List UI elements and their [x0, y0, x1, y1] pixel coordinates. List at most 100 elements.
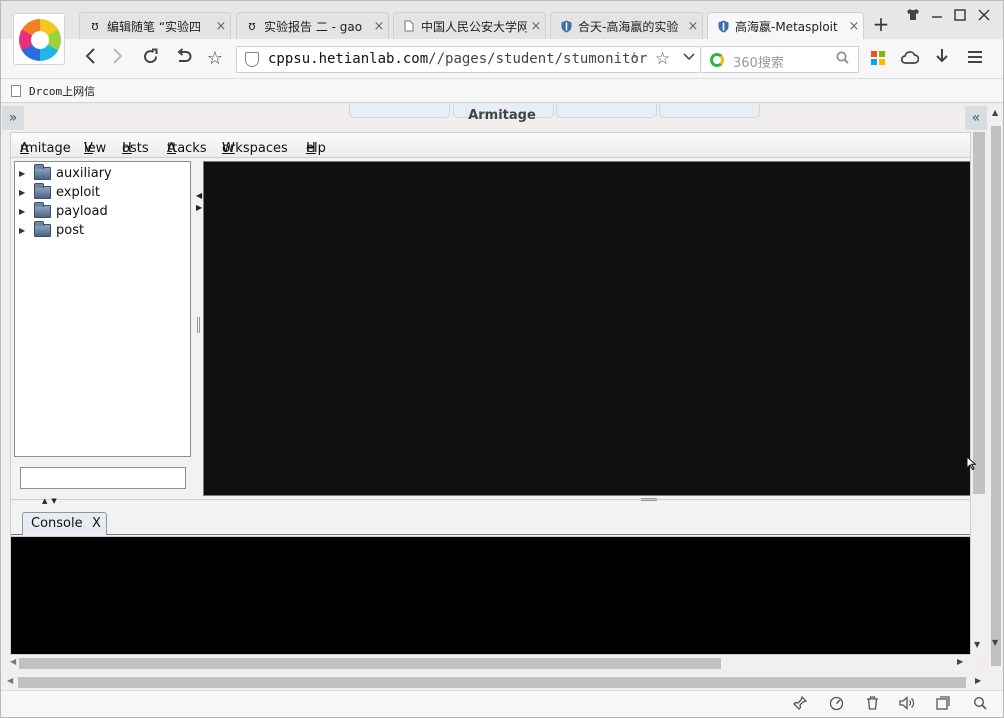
module-search-input[interactable]: [20, 467, 186, 489]
splitter-grip[interactable]: [641, 498, 657, 501]
scroll-thumb[interactable]: [973, 132, 985, 494]
splitter-grip[interactable]: [197, 317, 200, 333]
bookmark-drcom[interactable]: Drcom上网信: [11, 83, 95, 99]
tab-report[interactable]: ʊ 实验报告 二 - gao ×: [236, 12, 389, 39]
expand-arrow-icon[interactable]: ▶: [19, 169, 27, 178]
lightning-icon[interactable]: ϟ: [631, 51, 640, 66]
chevron-down-icon[interactable]: [683, 49, 695, 65]
site-security-icon[interactable]: [245, 52, 259, 67]
expand-arrow-icon[interactable]: ▶: [19, 207, 27, 216]
minimize-icon[interactable]: [927, 9, 947, 25]
search-engine-icon: [710, 53, 724, 67]
close-window-icon[interactable]: [974, 9, 994, 25]
tab-console[interactable]: Console X: [22, 512, 107, 535]
tab-label: 实验报告 二 - gao: [264, 19, 363, 34]
cloud-icon[interactable]: [899, 48, 921, 70]
expand-right-arrow-icon[interactable]: ▶: [196, 203, 202, 212]
maximize-icon[interactable]: [950, 9, 970, 25]
close-icon[interactable]: ×: [212, 19, 230, 34]
menu-label: osts: [122, 141, 149, 156]
trash-icon[interactable]: [864, 696, 880, 712]
page-icon: [11, 85, 21, 97]
status-bar: [1, 690, 1003, 717]
shield-icon: [716, 19, 730, 33]
folder-icon: [34, 182, 51, 199]
new-tab-button[interactable]: +: [871, 14, 891, 36]
feather-icon: ʊ: [248, 19, 256, 33]
tab-edit-post[interactable]: ʊ 编辑随笔 “实验四 ×: [79, 12, 231, 39]
page-vertical-scrollbar[interactable]: ▲ ▼: [989, 104, 1003, 690]
tab-metasploit[interactable]: 高海嬴-Metasploit ×: [707, 12, 864, 39]
apps-icon[interactable]: [871, 51, 885, 65]
search-placeholder: 360搜索: [733, 56, 784, 71]
close-icon[interactable]: ×: [527, 19, 545, 34]
zoom-search-icon[interactable]: [972, 696, 988, 712]
splitter-arrows-icon[interactable]: ▲▼: [42, 497, 61, 505]
menu-label: orkspaces: [222, 141, 288, 156]
app-horizontal-scrollbar[interactable]: ◀ ▶: [10, 655, 971, 671]
tab-label: 高海嬴-Metasploit: [735, 19, 838, 34]
tab-label: 编辑随笔 “实验四: [107, 19, 202, 34]
window-title: Armitage: [468, 108, 536, 123]
scroll-down-arrow-icon[interactable]: ▼: [974, 640, 980, 649]
back-icon[interactable]: [79, 48, 101, 70]
url-text[interactable]: cppsu.hetianlab.com//pages/student/stumo…: [268, 51, 647, 67]
shield-icon: [559, 19, 573, 33]
horizontal-splitter[interactable]: ▲▼: [11, 497, 970, 507]
expand-arrow-icon[interactable]: ▶: [19, 188, 27, 197]
scroll-thumb[interactable]: [18, 677, 966, 688]
console-output[interactable]: [11, 536, 970, 654]
scroll-right-arrow-icon[interactable]: ▶: [957, 657, 963, 666]
forward-icon[interactable]: [107, 48, 129, 70]
bookmark-star-icon[interactable]: ☆: [655, 49, 670, 69]
tree-node-label: auxiliary: [56, 165, 112, 181]
tree-node-post[interactable]: ▶ post: [19, 220, 84, 239]
page-viewport: » « Armitage Armitage View Hosts Attacks…: [1, 104, 1003, 690]
folder-icon: [34, 220, 51, 237]
window-mode-icon[interactable]: [935, 696, 951, 712]
menu-icon[interactable]: [964, 48, 986, 70]
bookmarks-bar: Drcom上网信: [1, 79, 1003, 103]
pin-icon[interactable]: [792, 695, 808, 712]
module-tree[interactable]: ▶ auxiliary ▶ exploit ▶ payload ▶ post: [14, 161, 191, 457]
scroll-thumb[interactable]: [19, 658, 721, 669]
scroll-up-arrow-icon[interactable]: ▲: [992, 108, 998, 117]
targets-panel[interactable]: [203, 161, 970, 496]
close-icon[interactable]: ×: [684, 19, 702, 34]
tab-strip: ʊ 编辑随笔 “实验四 × ʊ 实验报告 二 - gao × 中国人民公安大学网…: [1, 1, 1003, 39]
close-icon[interactable]: ×: [370, 19, 388, 34]
address-bar[interactable]: cppsu.hetianlab.com//pages/student/stumo…: [236, 46, 701, 73]
mouse-cursor-icon: [966, 455, 977, 474]
scroll-down-arrow-icon[interactable]: ▼: [992, 638, 998, 647]
favorites-star-icon[interactable]: ☆: [204, 48, 226, 70]
search-box[interactable]: 360搜索: [702, 46, 859, 73]
tree-node-payload[interactable]: ▶ payload: [19, 201, 108, 220]
tab-university[interactable]: 中国人民公安大学网 ×: [393, 12, 546, 39]
tab-close-button[interactable]: X: [92, 516, 101, 531]
close-icon[interactable]: ×: [845, 19, 863, 34]
download-icon[interactable]: [931, 48, 953, 70]
search-icon[interactable]: [836, 51, 849, 68]
browser-logo[interactable]: [13, 13, 65, 65]
scroll-left-arrow-icon[interactable]: ◀: [10, 657, 16, 666]
feather-icon: ʊ: [91, 19, 99, 33]
scroll-left-arrow-icon[interactable]: ◀: [7, 676, 13, 685]
tab-label: 合天-高海嬴的实验: [578, 19, 679, 34]
collapse-left-arrow-icon[interactable]: ◀: [196, 191, 202, 200]
speed-icon[interactable]: [828, 696, 844, 712]
tree-node-exploit[interactable]: ▶ exploit: [19, 182, 100, 201]
undo-close-icon[interactable]: [172, 48, 194, 70]
scroll-thumb[interactable]: [991, 126, 1001, 666]
folder-icon: [34, 201, 51, 218]
page-horizontal-scrollbar[interactable]: ◀ ▶: [1, 674, 989, 690]
tree-node-label: payload: [56, 203, 108, 219]
volume-icon[interactable]: [899, 696, 915, 712]
tab-lab[interactable]: 合天-高海嬴的实验 ×: [550, 12, 703, 39]
expand-arrow-icon[interactable]: ▶: [19, 226, 27, 235]
app-vertical-scrollbar[interactable]: ▼: [971, 132, 989, 655]
shirt-icon[interactable]: [903, 9, 923, 24]
tree-node-auxiliary[interactable]: ▶ auxiliary: [19, 163, 112, 182]
scroll-right-arrow-icon[interactable]: ▶: [975, 676, 981, 685]
bookmark-label: Drcom上网信: [29, 85, 96, 98]
reload-icon[interactable]: [139, 48, 161, 70]
